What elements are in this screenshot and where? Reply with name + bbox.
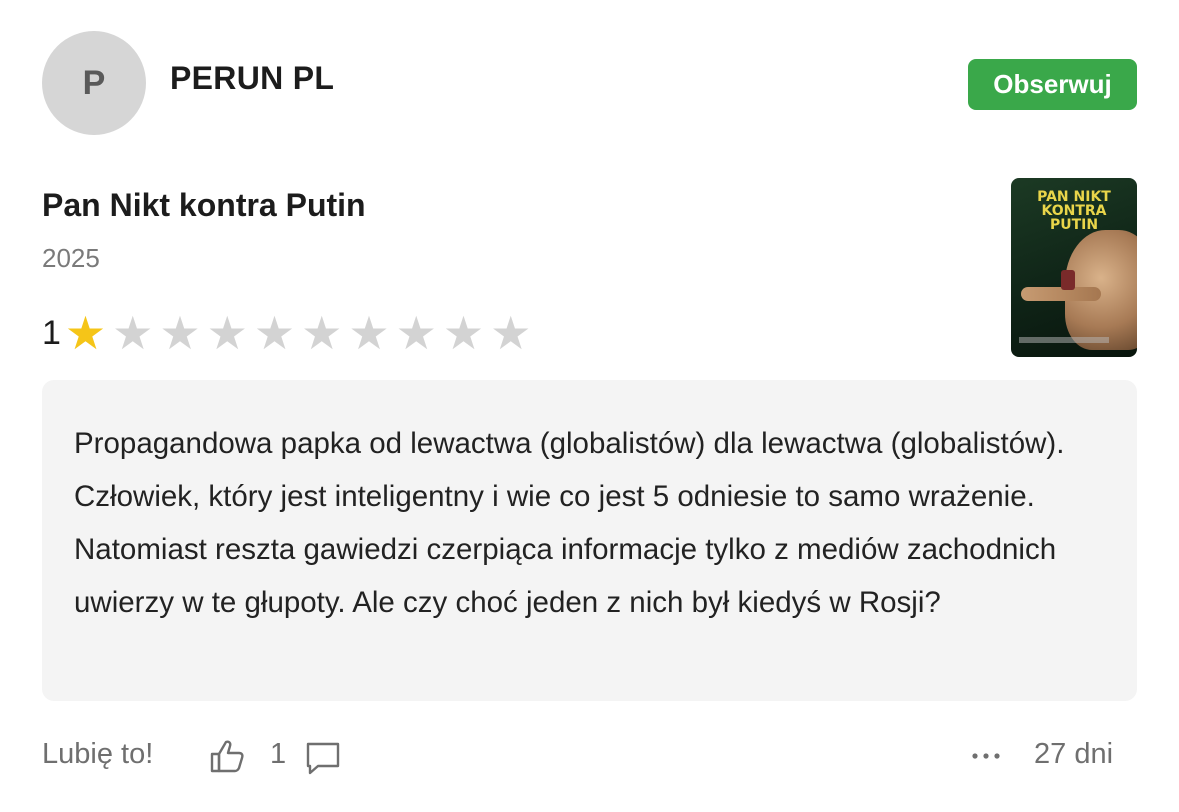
review-age: 27 dni bbox=[1034, 738, 1114, 770]
follow-button[interactable]: Obserwuj bbox=[968, 59, 1137, 110]
star-empty-icon: ★ bbox=[348, 307, 390, 359]
star-empty-icon: ★ bbox=[206, 307, 248, 359]
poster-title: PAN NIKT KONTRA PUTIN bbox=[1011, 190, 1137, 232]
star-empty-icon: ★ bbox=[490, 307, 532, 359]
review-text: Propagandowa papka od lewactwa (globalis… bbox=[74, 427, 1065, 619]
star-empty-icon: ★ bbox=[159, 307, 201, 359]
avatar-initial: P bbox=[82, 63, 106, 102]
poster-figure bbox=[1061, 270, 1075, 290]
star-empty-icon: ★ bbox=[253, 307, 296, 359]
poster-title-line: PAN NIKT bbox=[1037, 189, 1111, 205]
star-empty-icon: ★ bbox=[112, 307, 154, 359]
username[interactable]: PERUN PL bbox=[170, 60, 334, 97]
star-empty-icon: ★ bbox=[301, 307, 343, 359]
comment-icon[interactable] bbox=[304, 740, 342, 776]
movie-title[interactable]: Pan Nikt kontra Putin bbox=[42, 187, 366, 224]
poster-title-line: PUTIN bbox=[1049, 217, 1099, 233]
rating-value: 1 bbox=[42, 313, 61, 352]
movie-year: 2025 bbox=[42, 243, 100, 273]
star-empty-icon: ★ bbox=[442, 307, 485, 359]
thumbs-up-icon[interactable] bbox=[208, 738, 248, 774]
like-count: 1 bbox=[270, 738, 287, 770]
star-filled-icon: ★ bbox=[64, 307, 107, 359]
avatar[interactable]: P bbox=[42, 31, 146, 135]
movie-poster[interactable]: PAN NIKT KONTRA PUTIN bbox=[1011, 178, 1137, 357]
star-empty-icon: ★ bbox=[395, 307, 437, 359]
more-dots-icon[interactable] bbox=[969, 740, 1003, 770]
poster-title-line: KONTRA bbox=[1041, 203, 1107, 219]
rating-stars: ★ ★ ★ ★ ★ ★ ★ ★ ★ ★ bbox=[65, 310, 538, 356]
poster-credits bbox=[1019, 337, 1109, 343]
like-label[interactable]: Lubię to! bbox=[42, 738, 153, 771]
rating: 1 ★ ★ ★ ★ ★ ★ ★ ★ ★ ★ bbox=[42, 310, 537, 356]
